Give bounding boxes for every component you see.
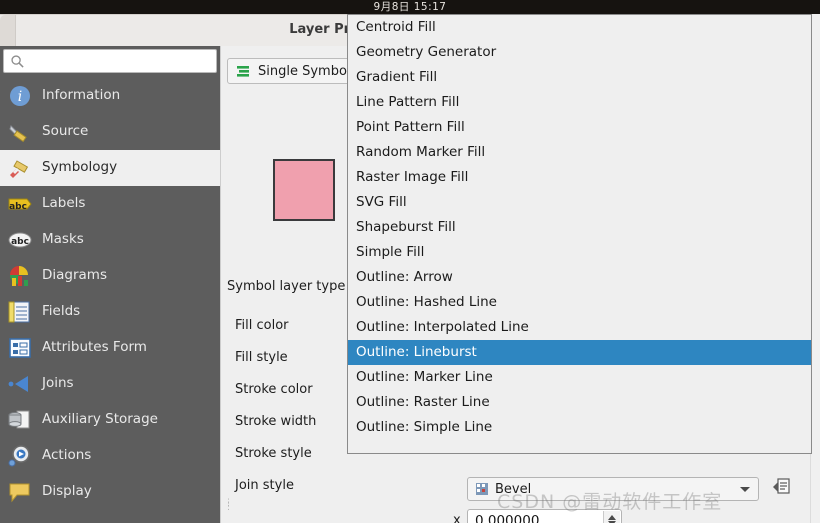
actions-gear-icon [8, 444, 32, 468]
property-label-stroke-style: Stroke style [235, 446, 312, 461]
menu-item-geometry-generator[interactable]: Geometry Generator [348, 40, 811, 65]
os-clock: 9月8日 15:17 [373, 1, 447, 13]
search-icon [11, 55, 24, 68]
property-label-stroke-color: Stroke color [235, 382, 313, 397]
data-defined-override-icon [773, 478, 790, 494]
menu-item-raster-image-fill[interactable]: Raster Image Fill [348, 165, 811, 190]
svg-text:i: i [18, 89, 22, 105]
labels-abc-icon: abc [8, 192, 32, 216]
join-style-data-defined-button[interactable] [769, 476, 795, 500]
sidebar-item-auxiliary-storage[interactable]: Auxiliary Storage [0, 402, 220, 438]
sidebar-item-label: Diagrams [42, 267, 107, 284]
stepper-up-icon[interactable] [608, 515, 616, 520]
attributes-form-icon [8, 336, 32, 360]
information-icon: i [8, 84, 32, 108]
sidebar-item-attributes-form[interactable]: Attributes Form [0, 330, 220, 366]
menu-item-svg-fill[interactable]: SVG Fill [348, 190, 811, 215]
symbol-layer-type-dropdown[interactable]: Centroid Fill Geometry Generator Gradient … [347, 14, 812, 454]
sidebar-item-label: Source [42, 123, 89, 140]
menu-item-centroid-fill[interactable]: Centroid Fill [348, 15, 811, 40]
fields-table-icon [8, 300, 32, 324]
sidebar-item-label: Labels [42, 195, 86, 212]
diagrams-chart-icon [8, 264, 32, 288]
sidebar-item-label: Fields [42, 303, 81, 320]
menu-item-point-pattern-fill[interactable]: Point Pattern Fill [348, 115, 811, 140]
menu-item-outline-hashed-line[interactable]: Outline: Hashed Line [348, 290, 811, 315]
paintbrush-icon [8, 156, 32, 180]
svg-text:abc: abc [9, 202, 27, 212]
menu-item-simple-fill[interactable]: Simple Fill [348, 240, 811, 265]
menu-item-outline-interpolated-line[interactable]: Outline: Interpolated Line [348, 315, 811, 340]
menu-item-outline-simple-line[interactable]: Outline: Simple Line [348, 415, 811, 440]
sidebar-item-symbology[interactable]: Symbology [0, 150, 220, 186]
layer-properties-dialog: Layer Properties iInformationSourceSymbo… [0, 14, 820, 523]
sidebar-item-fields[interactable]: Fields [0, 294, 220, 330]
menu-item-line-pattern-fill[interactable]: Line Pattern Fill [348, 90, 811, 115]
join-bevel-icon [476, 483, 488, 495]
symbol-layer-type-label: Symbol layer type [227, 279, 346, 294]
menu-item-outline-lineburst[interactable]: Outline: Lineburst [348, 340, 811, 365]
single-symbol-icon [237, 65, 249, 77]
sidebar-item-label: Joins [42, 375, 74, 392]
offset-x-stepper[interactable] [603, 511, 620, 523]
svg-text:abc: abc [11, 237, 29, 247]
screen-root: 9月8日 15:17 Layer Properties iInformation… [0, 0, 820, 523]
menu-item-outline-arrow[interactable]: Outline: Arrow [348, 265, 811, 290]
sidebar-item-joins[interactable]: Joins [0, 366, 220, 402]
property-label-fill-color: Fill color [235, 318, 289, 333]
renderer-type-label: Single Symbol [258, 63, 351, 79]
sidebar-item-actions[interactable]: Actions [0, 438, 220, 474]
sidebar-item-masks[interactable]: abc Masks [0, 222, 220, 258]
sidebar-item-label: Information [42, 87, 121, 104]
sidebar-item-label: Attributes Form [42, 339, 147, 356]
offset-x-label: x [453, 513, 461, 523]
sidebar-item-label: Auxiliary Storage [42, 411, 158, 428]
sidebar-item-display[interactable]: Display [0, 474, 220, 510]
sidebar-item-list: i Information Source Symbology abc Labels abc M… [0, 78, 220, 523]
sidebar-item-label: Symbology [42, 159, 118, 176]
menu-item-outline-marker-line[interactable]: Outline: Marker Line [348, 365, 811, 390]
masks-abc-icon: abc [8, 228, 32, 252]
sidebar-item-label: Actions [42, 447, 92, 464]
splitter-grip[interactable]: ⋮ ⋮ [224, 499, 233, 512]
source-wrench-icon [8, 120, 32, 144]
menu-item-outline-raster-line[interactable]: Outline: Raster Line [348, 390, 811, 415]
auxiliary-storage-icon [8, 408, 32, 432]
sidebar: i Information Source Symbology abc Labels abc M… [0, 46, 220, 523]
search-input[interactable] [30, 52, 214, 71]
sidebar-item-label: Display [42, 483, 92, 500]
property-label-stroke-width: Stroke width [235, 414, 317, 429]
sidebar-item-source[interactable]: Source [0, 114, 220, 150]
os-top-bar: 9月8日 15:17 [0, 0, 820, 14]
offset-x-value: 0.000000 [475, 512, 540, 523]
display-balloon-icon [8, 480, 32, 504]
join-style-value: Bevel [495, 481, 532, 497]
search-box[interactable] [3, 49, 217, 73]
menu-item-shapeburst-fill[interactable]: Shapeburst Fill [348, 215, 811, 240]
property-label-join-style: Join style [235, 478, 294, 493]
menu-item-gradient-fill[interactable]: Gradient Fill [348, 65, 811, 90]
join-style-combo[interactable]: Bevel [467, 477, 759, 501]
joins-arrow-icon [8, 372, 32, 396]
property-label-fill-style: Fill style [235, 350, 288, 365]
sidebar-item-label: Masks [42, 231, 84, 248]
sidebar-item-diagrams[interactable]: Diagrams [0, 258, 220, 294]
symbol-preview-swatch[interactable] [273, 159, 335, 221]
sidebar-item-labels[interactable]: abc Labels [0, 186, 220, 222]
sidebar-item-information[interactable]: i Information [0, 78, 220, 114]
chevron-down-icon [740, 487, 750, 492]
menu-item-random-marker-fill[interactable]: Random Marker Fill [348, 140, 811, 165]
offset-x-spinbox[interactable]: 0.000000 [467, 509, 622, 523]
